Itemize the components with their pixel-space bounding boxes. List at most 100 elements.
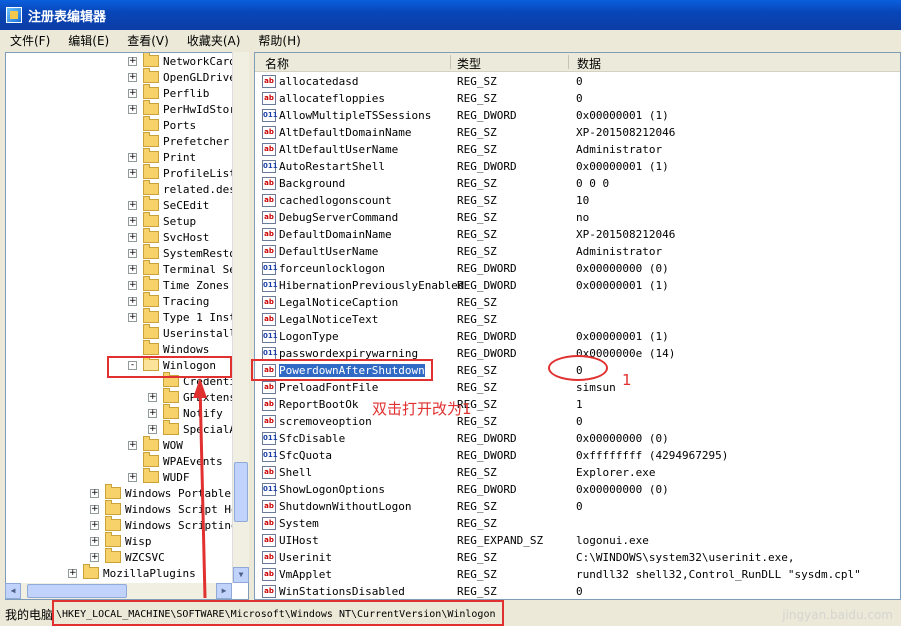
expand-icon[interactable]: + — [128, 440, 137, 450]
tree-node[interactable]: related.desc — [128, 180, 242, 197]
value-name[interactable]: AllowMultipleTSSessions — [279, 109, 431, 122]
expand-icon[interactable]: + — [128, 168, 137, 178]
value-row[interactable]: 011 HibernationPreviouslyEnabled REG_DWORD… — [255, 277, 900, 294]
value-name[interactable]: Userinit — [279, 551, 332, 564]
tree-node[interactable]: + WUDF — [128, 468, 190, 485]
value-name[interactable]: DebugServerCommand — [279, 211, 398, 224]
value-name[interactable]: Shell — [279, 466, 312, 479]
value-row[interactable]: 011 LogonType REG_DWORD 0x00000001 (1) — [255, 328, 900, 345]
value-name[interactable]: LogonType — [279, 330, 339, 343]
value-name[interactable]: SfcQuota — [279, 449, 332, 462]
value-row[interactable]: ab VmApplet REG_SZ rundll32 shell32,Control… — [255, 566, 900, 583]
value-name[interactable]: ShowLogonOptions — [279, 483, 385, 496]
tree-node[interactable]: + SystemRestore — [128, 244, 248, 261]
value-name[interactable]: forceunlocklogon — [279, 262, 385, 275]
value-row[interactable]: 011 AllowMultipleTSSessions REG_DWORD 0x000… — [255, 107, 900, 124]
tree-node[interactable]: + MozillaPlugins — [68, 564, 196, 581]
value-row[interactable]: ab LegalNoticeCaption REG_SZ — [255, 294, 900, 311]
value-row[interactable]: ab allocatefloppies REG_SZ 0 — [255, 90, 900, 107]
tree-node[interactable]: + Time Zones — [128, 276, 229, 293]
tree-node[interactable]: + Perflib — [128, 84, 209, 101]
expand-icon[interactable]: + — [90, 520, 99, 530]
value-row[interactable]: ab WinStationsDisabled REG_SZ 0 — [255, 583, 900, 599]
tree-node[interactable]: +Terminal Server — [128, 260, 248, 277]
value-row[interactable]: ab cachedlogonscount REG_SZ 10 — [255, 192, 900, 209]
expand-icon[interactable]: + — [148, 408, 157, 418]
value-name[interactable]: ShutdownWithoutLogon — [279, 500, 411, 513]
tree-node[interactable]: + SvcHost — [128, 228, 209, 245]
tree-node[interactable]: + WOW — [128, 436, 183, 453]
expand-icon[interactable]: + — [90, 536, 99, 546]
value-row[interactable]: ab allocatedasd REG_SZ 0 — [255, 73, 900, 90]
value-name[interactable]: Background — [279, 177, 345, 190]
column-data[interactable]: 数据 — [577, 55, 601, 72]
value-name[interactable]: cachedlogonscount — [279, 194, 392, 207]
column-separator[interactable] — [568, 55, 569, 69]
expand-icon[interactable]: + — [128, 88, 137, 98]
value-row[interactable]: ab AltDefaultUserName REG_SZ Administrator — [255, 141, 900, 158]
value-name[interactable]: SfcDisable — [279, 432, 345, 445]
value-name[interactable]: AutoRestartShell — [279, 160, 385, 173]
expand-icon[interactable]: + — [128, 104, 137, 114]
tree-node[interactable]: + OpenGLDrivers — [128, 68, 248, 85]
value-row[interactable]: 011 SfcDisable REG_DWORD 0x00000000 (0) — [255, 430, 900, 447]
value-row[interactable]: ab scremoveoption REG_SZ 0 — [255, 413, 900, 430]
tree-node[interactable]: + Windows Scripting — [90, 516, 238, 533]
expand-icon[interactable]: + — [128, 296, 137, 306]
menu-edit[interactable]: 编辑(E) — [68, 32, 109, 49]
tree-scroll-thumb[interactable] — [234, 462, 248, 522]
value-row[interactable]: ab LegalNoticeText REG_SZ — [255, 311, 900, 328]
value-row[interactable]: ab ShutdownWithoutLogon REG_SZ 0 — [255, 498, 900, 515]
tree-node[interactable]: + Setup — [128, 212, 196, 229]
tree-node[interactable]: + ProfileList — [128, 164, 236, 181]
expand-icon[interactable]: + — [90, 504, 99, 514]
expand-icon[interactable]: + — [148, 392, 157, 402]
tree-horizontal-scrollbar[interactable]: ◀ ▶ — [5, 583, 232, 599]
tree-hscroll-thumb[interactable] — [27, 584, 127, 598]
expand-icon[interactable]: + — [128, 312, 137, 322]
tree-node[interactable]: + Windows Portable Devices — [90, 484, 248, 501]
expand-icon[interactable]: + — [128, 248, 137, 258]
tree-vertical-scrollbar[interactable]: ▼ — [232, 52, 249, 583]
column-name[interactable]: 名称 — [265, 55, 289, 72]
tree-node[interactable]: + Windows Script Host — [90, 500, 248, 517]
tree-node[interactable]: WPAEvents — [128, 452, 223, 469]
expand-icon[interactable]: + — [68, 568, 77, 578]
scroll-down-arrow-icon[interactable]: ▼ — [233, 567, 249, 583]
value-row[interactable]: 011 SfcQuota REG_DWORD 0xffffffff (42949672… — [255, 447, 900, 464]
value-row[interactable]: ab System REG_SZ — [255, 515, 900, 532]
value-name[interactable]: LegalNoticeText — [279, 313, 378, 326]
tree-node[interactable]: + Wisp — [90, 532, 152, 549]
tree-node[interactable]: + Tracing — [128, 292, 209, 309]
menu-favorites[interactable]: 收藏夹(A) — [187, 32, 241, 49]
scroll-left-arrow-icon[interactable]: ◀ — [5, 583, 21, 599]
value-list-pane[interactable]: 名称 类型 数据 ab allocatedasd REG_SZ 0 ab allocate… — [254, 52, 901, 600]
column-separator[interactable] — [450, 55, 451, 69]
value-name[interactable]: System — [279, 517, 319, 530]
tree-node[interactable]: + PerHwIdStorage — [128, 100, 248, 117]
value-row[interactable]: ab DefaultDomainName REG_SZ XP-201508212046 — [255, 226, 900, 243]
value-row[interactable]: 011 AutoRestartShell REG_DWORD 0x00000001 (… — [255, 158, 900, 175]
value-name[interactable]: AltDefaultDomainName — [279, 126, 411, 139]
value-name[interactable]: allocatedasd — [279, 75, 358, 88]
value-row[interactable]: ab PreloadFontFile REG_SZ simsun — [255, 379, 900, 396]
tree-node[interactable]: + Notify — [148, 404, 223, 421]
value-row[interactable]: ab DebugServerCommand REG_SZ no — [255, 209, 900, 226]
value-name[interactable]: WinStationsDisabled — [279, 585, 405, 598]
expand-icon[interactable]: + — [128, 264, 137, 274]
value-name[interactable]: DefaultUserName — [279, 245, 378, 258]
value-name[interactable]: allocatefloppies — [279, 92, 385, 105]
value-row[interactable]: ab Background REG_SZ 0 0 0 — [255, 175, 900, 192]
value-name[interactable]: VmApplet — [279, 568, 332, 581]
value-name[interactable]: scremoveoption — [279, 415, 372, 428]
value-name[interactable]: AltDefaultUserName — [279, 143, 398, 156]
tree-node[interactable]: + NetworkCards — [128, 53, 242, 69]
tree-node[interactable]: +Type 1 Installer — [128, 308, 248, 325]
expand-icon[interactable]: + — [128, 232, 137, 242]
value-name[interactable]: HibernationPreviouslyEnabled — [279, 279, 464, 292]
tree-node[interactable]: Userinstallable — [128, 324, 248, 341]
value-name[interactable]: UIHost — [279, 534, 319, 547]
value-row[interactable]: 011 forceunlocklogon REG_DWORD 0x00000000 (… — [255, 260, 900, 277]
value-name[interactable]: DefaultDomainName — [279, 228, 392, 241]
tree-node[interactable]: + Print — [128, 148, 196, 165]
